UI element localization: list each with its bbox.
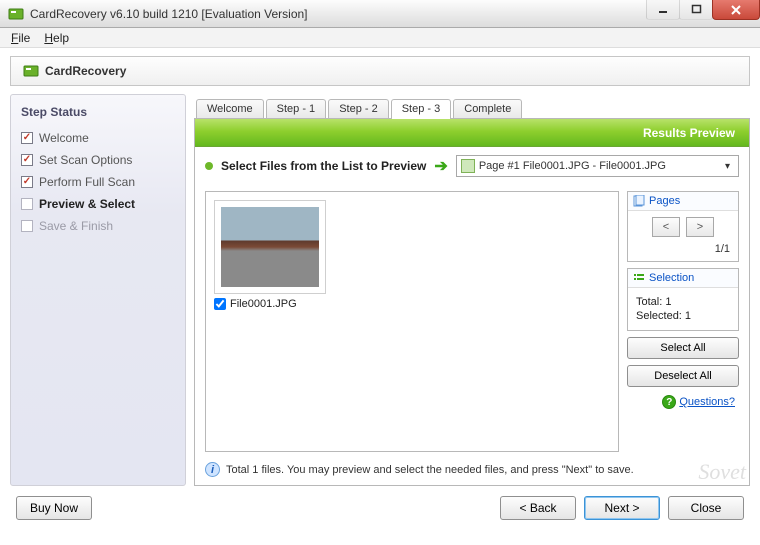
checkbox-icon [21,198,33,210]
results-banner: Results Preview [195,119,749,147]
tab-step1[interactable]: Step - 1 [266,99,327,118]
check-icon [21,132,33,144]
pages-title: Pages [649,195,680,207]
pages-box: Pages < > 1/1 [627,191,739,262]
menu-file[interactable]: File [6,30,35,46]
check-icon [21,176,33,188]
deselect-all-button[interactable]: Deselect All [627,365,739,387]
page-counter: 1/1 [628,243,738,261]
step-options: Set Scan Options [21,149,175,171]
bullet-icon [205,162,213,170]
step-welcome: Welcome [21,127,175,149]
status-line: i Total 1 files. You may preview and sel… [195,456,749,485]
tabs: Welcome Step - 1 Step - 2 Step - 3 Compl… [194,94,750,118]
bottom-bar: Buy Now < Back Next > Close [10,486,750,520]
brand-icon [23,63,39,79]
close-window-button[interactable] [712,0,760,20]
page-selector[interactable]: Page #1 File0001.JPG - File0001.JPG ▾ [456,155,739,177]
sidebar: Step Status Welcome Set Scan Options Per… [10,94,186,486]
thumbnail-item[interactable]: File0001.JPG [214,200,326,310]
step-preview: Preview & Select [21,193,175,215]
status-text: Total 1 files. You may preview and selec… [226,464,634,476]
tab-panel: Results Preview Select Files from the Li… [194,118,750,486]
sidebar-heading: Step Status [21,105,175,119]
back-button[interactable]: < Back [500,496,576,520]
tab-complete[interactable]: Complete [453,99,522,118]
thumbnail-checkbox[interactable] [214,298,226,310]
maximize-button[interactable] [679,0,713,20]
minimize-button[interactable] [646,0,680,20]
tab-step2[interactable]: Step - 2 [328,99,389,118]
step-scan: Perform Full Scan [21,171,175,193]
check-icon [21,154,33,166]
page-next-button[interactable]: > [686,217,714,237]
list-icon [633,272,645,284]
close-button[interactable]: Close [668,496,744,520]
side-pane: Pages < > 1/1 Selection [627,191,739,452]
pages-icon [633,195,645,207]
app-header: CardRecovery [10,56,750,86]
selection-box: Selection Total: 1 Selected: 1 [627,268,739,331]
banner-title: Results Preview [643,126,735,140]
next-button[interactable]: Next > [584,496,660,520]
select-all-button[interactable]: Select All [627,337,739,359]
arrow-right-icon: ➔ [434,156,447,176]
window-titlebar: CardRecovery v6.10 build 1210 [Evaluatio… [0,0,760,28]
info-icon: i [205,462,220,477]
step-save: Save & Finish [21,215,175,237]
tab-welcome[interactable]: Welcome [196,99,264,118]
checkbox-icon [21,220,33,232]
tab-step3[interactable]: Step - 3 [391,99,452,119]
page-icon [461,159,475,173]
select-files-label: Select Files from the List to Preview [221,159,426,173]
page-prev-button[interactable]: < [652,217,680,237]
thumbnail-image[interactable] [214,200,326,294]
chevron-down-icon: ▾ [721,161,734,172]
help-icon: ? [662,395,676,409]
preview-toolbar: Select Files from the List to Preview ➔ … [195,147,749,185]
page-selector-text: Page #1 File0001.JPG - File0001.JPG [479,160,666,172]
thumbnail-gallery[interactable]: File0001.JPG [205,191,619,452]
main-panel: Welcome Step - 1 Step - 2 Step - 3 Compl… [194,94,750,486]
selection-title: Selection [649,272,694,284]
window-title: CardRecovery v6.10 build 1210 [Evaluatio… [30,7,308,21]
questions-link[interactable]: Questions? [679,396,735,408]
selected-count: Selected: 1 [636,310,730,322]
app-icon [8,6,24,22]
thumbnail-caption: File0001.JPG [230,298,297,310]
brand-text: CardRecovery [45,64,126,78]
total-count: Total: 1 [636,296,730,308]
menu-bar: File Help [0,28,760,48]
buy-now-button[interactable]: Buy Now [16,496,92,520]
menu-help[interactable]: Help [39,30,74,46]
